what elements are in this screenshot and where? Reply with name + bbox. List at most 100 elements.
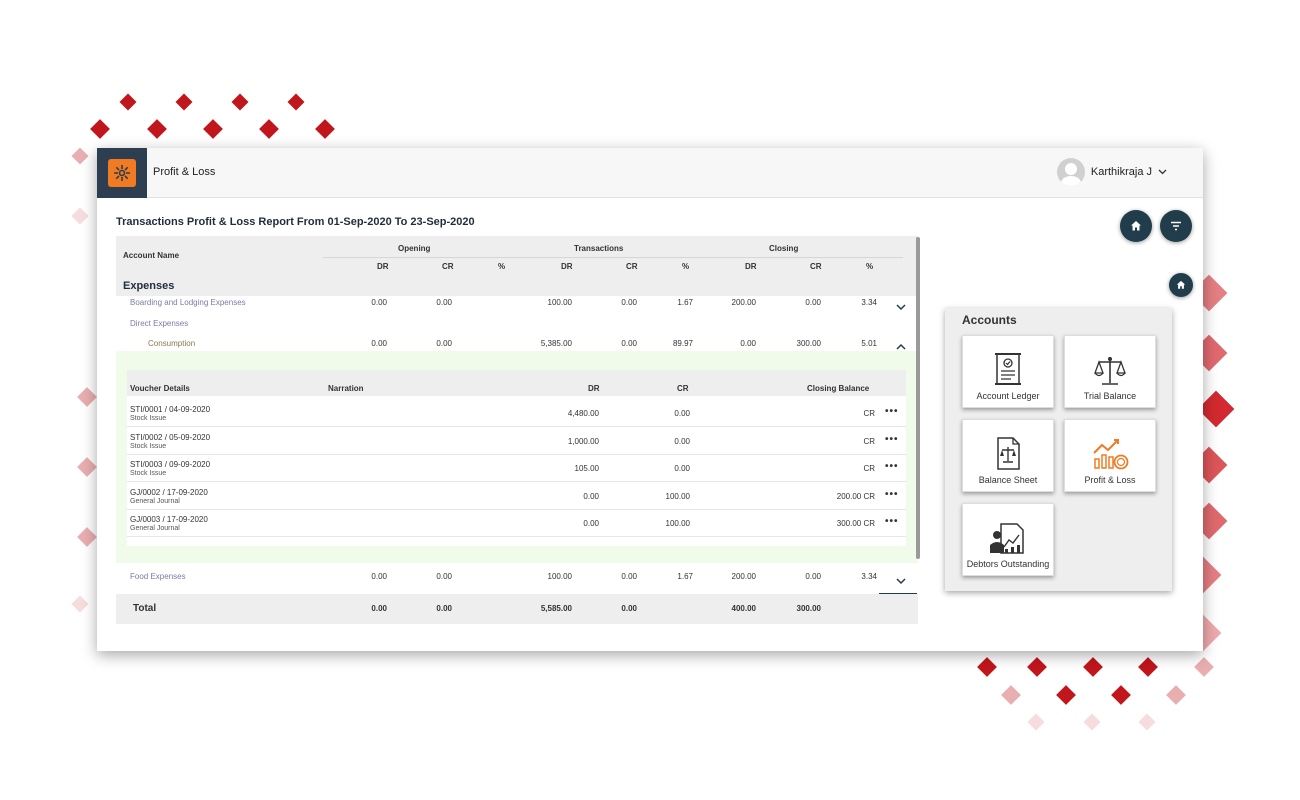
voucher-id[interactable]: STI/0003 / 09-09-2020 [130, 460, 210, 469]
decor-diamond [203, 119, 223, 139]
voucher-detail-header [127, 370, 906, 396]
cell: 0.00 [805, 572, 821, 581]
row-boarding-name[interactable]: Boarding and Lodging Expenses [130, 298, 246, 307]
total-cell: 400.00 [731, 604, 756, 613]
tile-account-ledger[interactable]: Account Ledger [962, 335, 1054, 408]
decor-diamond [71, 207, 89, 225]
col-group-closing: Closing [769, 244, 799, 253]
cell: 1.67 [677, 572, 693, 581]
decor-diamond [1166, 685, 1186, 705]
col-closing-balance: Closing Balance [807, 384, 870, 393]
voucher-id[interactable]: STI/0001 / 04-09-2020 [130, 405, 210, 414]
cell: 0.00 [621, 572, 637, 581]
more-options-icon[interactable]: ••• [885, 489, 899, 500]
stage: Profit & Loss Karthikraja J Transactions… [0, 0, 1300, 800]
more-options-icon[interactable]: ••• [885, 461, 899, 472]
col-closing-cr: CR [810, 262, 822, 271]
cell: 0.00 [436, 572, 452, 581]
col-trans-cr: CR [626, 262, 638, 271]
voucher-closing: 300.00 CR [836, 519, 875, 528]
row-divider [127, 536, 906, 537]
decor-diamond [1111, 685, 1131, 705]
accounts-home-button[interactable] [1169, 273, 1193, 297]
row-divider [127, 509, 906, 510]
voucher-id[interactable]: STI/0002 / 05-09-2020 [130, 433, 210, 442]
col-account-name: Account Name [123, 251, 180, 260]
col-group-transactions: Transactions [574, 244, 624, 253]
tile-debtors-outstanding[interactable]: Debtors Outstanding [962, 503, 1054, 576]
tile-profit-loss[interactable]: Profit & Loss [1064, 419, 1156, 492]
home-button[interactable] [1120, 210, 1152, 242]
cell: 3.34 [861, 572, 877, 581]
voucher-closing: CR [863, 464, 875, 473]
debtors-icon [990, 523, 1024, 554]
cell: 3.34 [861, 298, 877, 307]
chevron-down-icon [1158, 169, 1167, 175]
tile-trial-balance[interactable]: Trial Balance [1064, 335, 1156, 408]
total-label: Total [133, 603, 157, 614]
cell: 200.00 [731, 572, 756, 581]
tile-balance-sheet[interactable]: Balance Sheet [962, 419, 1054, 492]
tile-label: Balance Sheet [978, 475, 1038, 485]
cell: 89.97 [672, 339, 693, 348]
decor-diamond [90, 119, 110, 139]
voucher-dr: 1,000.00 [567, 437, 599, 446]
cell: 100.00 [547, 572, 572, 581]
voucher-detail-table [127, 370, 906, 546]
header-divider [323, 257, 903, 258]
voucher-closing: CR [863, 409, 875, 418]
balance-sheet-icon [997, 437, 1020, 470]
decor-diamond [287, 93, 305, 111]
voucher-type: General Journal [130, 525, 180, 532]
app-title: Profit & Loss [153, 166, 216, 178]
app-logo[interactable] [97, 148, 147, 198]
voucher-type: Stock Issue [130, 470, 167, 477]
voucher-id[interactable]: GJ/0002 / 17-09-2020 [130, 488, 208, 497]
cell: 0.00 [436, 339, 452, 348]
row-direct-expenses-name[interactable]: Direct Expenses [130, 319, 188, 328]
decor-diamond [175, 93, 193, 111]
app-window: Profit & Loss Karthikraja J Transactions… [97, 148, 1203, 651]
voucher-type: Stock Issue [130, 443, 167, 450]
more-options-icon[interactable]: ••• [885, 434, 899, 445]
decor-diamond [119, 93, 137, 111]
voucher-cr: 0.00 [674, 464, 690, 473]
table-scrollbar[interactable] [916, 237, 920, 559]
voucher-id[interactable]: GJ/0003 / 17-09-2020 [130, 515, 208, 524]
more-options-icon[interactable]: ••• [885, 406, 899, 417]
row-food-expenses-name[interactable]: Food Expenses [130, 572, 186, 581]
voucher-type: General Journal [130, 498, 180, 505]
chevron-down-icon[interactable] [896, 302, 906, 312]
user-menu[interactable]: Karthikraja J [1056, 158, 1167, 186]
top-bar: Profit & Loss Karthikraja J [97, 148, 1203, 198]
row-divider [127, 454, 906, 455]
col-group-opening: Opening [398, 244, 431, 253]
cell: 0.00 [805, 298, 821, 307]
cell: 1.67 [677, 298, 693, 307]
logo-icon [108, 159, 136, 187]
decor-diamond [1001, 685, 1021, 705]
voucher-closing: CR [863, 437, 875, 446]
home-icon [1131, 221, 1141, 231]
chevron-down-icon[interactable] [896, 576, 906, 586]
accounts-title: Accounts [962, 313, 1017, 327]
filter-button[interactable] [1160, 210, 1192, 242]
report-table: Account Name Opening Transactions Closin… [116, 236, 918, 624]
row-consumption-name[interactable]: Consumption [148, 339, 195, 348]
tile-label: Trial Balance [1083, 391, 1137, 401]
cell: 300.00 [796, 339, 821, 348]
voucher-cr: 100.00 [665, 492, 690, 501]
decor-diamond [1197, 390, 1235, 428]
voucher-cr: 100.00 [665, 519, 690, 528]
decor-diamond [1027, 657, 1047, 677]
voucher-dr: 0.00 [583, 492, 599, 501]
more-options-icon[interactable]: ••• [885, 516, 899, 527]
section-expenses: Expenses [123, 280, 175, 292]
ledger-icon [995, 353, 1021, 385]
voucher-closing: 200.00 CR [836, 492, 875, 501]
decor-diamond [147, 119, 167, 139]
col-voucher-dr: DR [588, 384, 600, 393]
col-closing-pct: % [866, 262, 874, 271]
voucher-cr: 0.00 [674, 409, 690, 418]
voucher-type: Stock Issue [130, 415, 167, 422]
